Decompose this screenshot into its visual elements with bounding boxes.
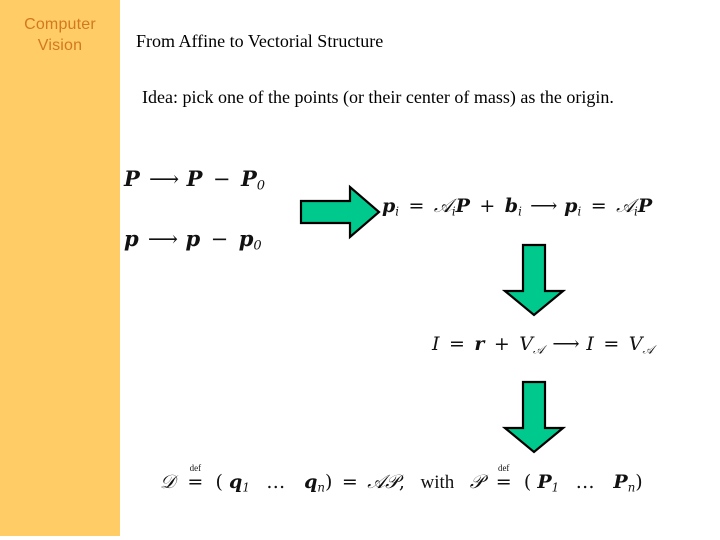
slide-canvas: Computer Vision From Affine to Vectorial… bbox=[0, 0, 720, 540]
eq-image-rhs-equals: = bbox=[603, 333, 620, 355]
eq-data-dots-2: … bbox=[575, 471, 597, 493]
eq-data-defeq: def = bbox=[181, 463, 209, 493]
eq-image-rhs-V-sub: 𝒜 bbox=[642, 342, 654, 357]
eq-vector-rhs-base: p bbox=[185, 226, 201, 251]
eq-affine-lhs-sub: i bbox=[395, 204, 400, 219]
eq-point-rhs-term: P bbox=[240, 166, 257, 191]
eq-data-comma: , bbox=[398, 471, 405, 493]
eq-image-V: V bbox=[519, 333, 533, 355]
arrow-down-icon-1 bbox=[502, 243, 566, 317]
eq-affine-rhs-sub: i bbox=[577, 204, 582, 219]
eq-vector-minus: − bbox=[210, 227, 229, 251]
eq-affine-rhs-equals: = bbox=[590, 195, 607, 217]
eq-point-minus: − bbox=[212, 167, 231, 191]
eq-affine-rhs-var: p bbox=[564, 195, 578, 217]
eq-point-rhs-base: P bbox=[186, 166, 203, 191]
eq-point-arrow: ⟶ bbox=[149, 167, 179, 191]
eq-affine-equals: = bbox=[408, 195, 425, 217]
eq-data-D: 𝒟 bbox=[160, 471, 176, 493]
eq-point-rhs-sub: 0 bbox=[256, 178, 266, 194]
eq-image-arrow: ⟶ bbox=[552, 333, 579, 355]
eq-data-P2-script: 𝒫 bbox=[469, 471, 484, 493]
eq-data-open-paren: ( bbox=[215, 471, 223, 493]
eq-data-A: 𝒜 bbox=[367, 471, 386, 493]
eq-image-lhs: I bbox=[432, 333, 440, 355]
eq-affine-plus: + bbox=[479, 195, 496, 217]
eq-data-Pn: P bbox=[613, 471, 628, 493]
eq-vector-rhs-sub: 0 bbox=[253, 238, 262, 254]
equation-vector-map: p ⟶ p − p0 bbox=[124, 226, 262, 254]
eq-data-q1-sub: 1 bbox=[242, 480, 250, 495]
equation-image-space: I = r + V𝒜 ⟶ I = V𝒜 bbox=[432, 333, 654, 357]
equation-affine-to-linear: pi = 𝒜iP + bi ⟶ pi = 𝒜iP bbox=[382, 195, 652, 218]
eq-image-V-sub: 𝒜 bbox=[532, 342, 545, 357]
sidebar-title: Computer Vision bbox=[24, 16, 96, 54]
eq-affine-point: P bbox=[455, 195, 470, 217]
sidebar-panel: Computer Vision bbox=[0, 0, 120, 536]
eq-data-P-script: 𝒫 bbox=[385, 471, 399, 493]
eq-image-rhs-V: V bbox=[628, 333, 643, 355]
eq-data-P1: P bbox=[537, 471, 552, 493]
eq-vector-rhs-term: p bbox=[238, 226, 254, 251]
page-title: From Affine to Vectorial Structure bbox=[136, 31, 384, 51]
eq-affine-b-sub: i bbox=[518, 204, 522, 219]
equation-point-map: P ⟶ P − P0 bbox=[124, 166, 265, 194]
eq-data-def-equals: = bbox=[187, 471, 204, 493]
eq-image-r: r bbox=[474, 333, 485, 355]
eq-image-equals: = bbox=[448, 333, 465, 355]
eq-vector-lhs: p bbox=[124, 226, 139, 251]
body-paragraph: Idea: pick one of the points (or their c… bbox=[142, 87, 614, 107]
eq-data-close-paren-2: ) bbox=[635, 471, 643, 493]
eq-data-P1-sub: 1 bbox=[551, 480, 560, 495]
eq-affine-rhs-point: P bbox=[637, 195, 653, 217]
eq-affine-matrix: 𝒜 bbox=[433, 195, 452, 217]
eq-data-qn: q bbox=[304, 471, 318, 493]
eq-image-plus: + bbox=[493, 333, 510, 355]
eq-data-def2-label: def bbox=[497, 462, 510, 473]
eq-affine-arrow: ⟶ bbox=[530, 195, 557, 217]
eq-data-def2-equals: = bbox=[495, 471, 512, 493]
eq-data-qn-sub: n bbox=[317, 480, 325, 495]
eq-data-with: with bbox=[420, 472, 455, 493]
eq-image-rhs-lhs: I bbox=[586, 333, 594, 355]
eq-affine-rhs-matrix: 𝒜 bbox=[616, 195, 635, 217]
eq-data-equals: = bbox=[341, 471, 358, 493]
eq-data-defeq-2: def = bbox=[490, 463, 518, 493]
eq-vector-arrow: ⟶ bbox=[147, 227, 178, 251]
eq-affine-b: b bbox=[504, 195, 519, 217]
eq-affine-lhs-var: p bbox=[382, 195, 396, 217]
arrow-right-icon bbox=[299, 184, 381, 240]
arrow-down-icon-2 bbox=[502, 380, 566, 454]
equation-data-matrix: 𝒟 def = ( q1 … qn) = 𝒜𝒫, with 𝒫 def = ( P1… bbox=[160, 463, 643, 495]
eq-data-q1: q bbox=[229, 471, 243, 493]
eq-data-open-paren-2: ( bbox=[523, 471, 532, 493]
eq-data-def-label: def bbox=[189, 462, 202, 473]
eq-data-dots: … bbox=[266, 471, 288, 493]
eq-point-lhs: P bbox=[124, 166, 140, 191]
eq-data-close-paren: ) bbox=[324, 471, 333, 493]
